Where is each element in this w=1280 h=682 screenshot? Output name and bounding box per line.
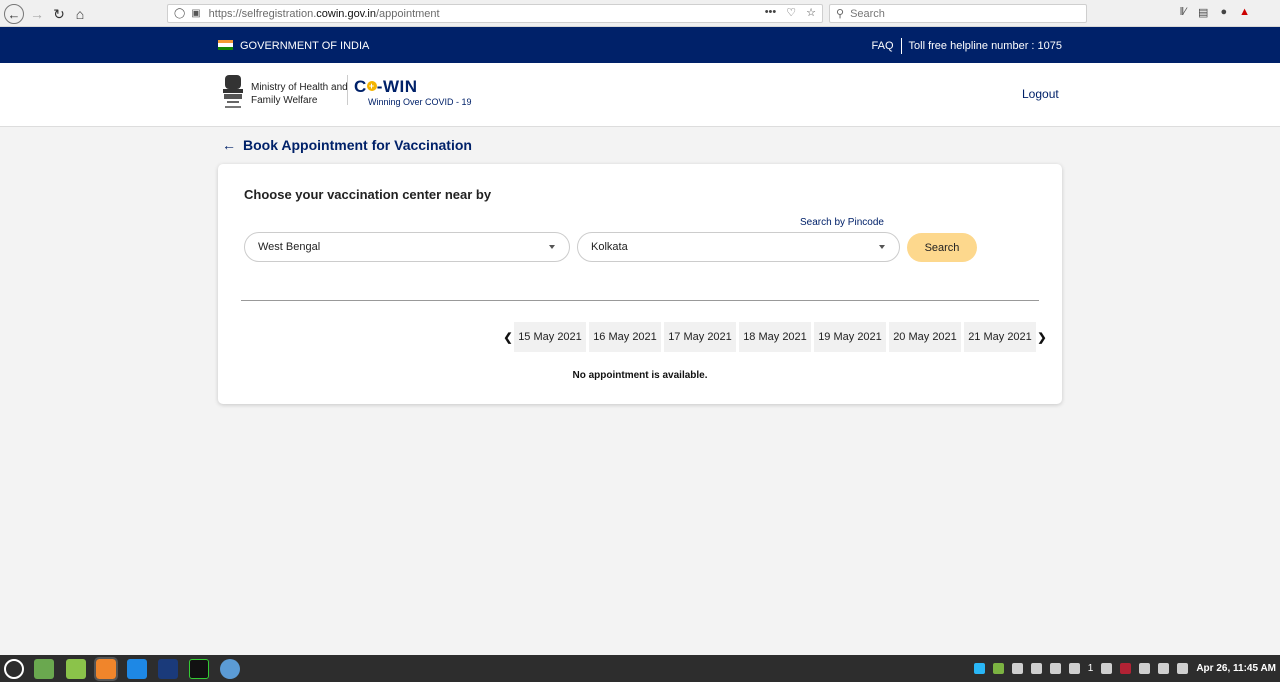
back-button[interactable]: ← bbox=[4, 4, 24, 24]
system-monitor-icon[interactable] bbox=[189, 659, 209, 679]
no-appointment-message: No appointment is available. bbox=[572, 370, 708, 381]
header-divider bbox=[347, 75, 348, 105]
bookmark-star-icon[interactable]: ☆ bbox=[806, 6, 816, 19]
date-tab[interactable]: 16 May 2021 bbox=[589, 322, 661, 352]
india-flag-icon bbox=[218, 40, 233, 50]
url-text: https://selfregistration.cowin.gov.in/ap… bbox=[208, 7, 440, 20]
shield-icon[interactable] bbox=[1030, 663, 1042, 674]
lock-icon: ▣ bbox=[191, 8, 201, 19]
search-icon: ⚲ bbox=[836, 8, 845, 20]
volume-icon[interactable] bbox=[1158, 663, 1170, 674]
tray-icon[interactable] bbox=[1011, 663, 1023, 674]
faq-link[interactable]: FAQ bbox=[872, 40, 894, 52]
desktop-icon[interactable] bbox=[34, 659, 54, 679]
files-icon[interactable] bbox=[66, 659, 86, 679]
location-icon[interactable] bbox=[1049, 663, 1061, 674]
site-header: Ministry of Health and Family Welfare C +… bbox=[0, 63, 1280, 127]
reload-button[interactable]: ↻ bbox=[49, 4, 69, 24]
phone-icon[interactable] bbox=[973, 663, 985, 674]
network-app-icon[interactable] bbox=[220, 659, 240, 679]
national-emblem-icon bbox=[223, 75, 243, 108]
page-title: ← Book Appointment for Vaccination bbox=[222, 137, 472, 153]
cowin-tagline: Winning Over COVID - 19 bbox=[368, 97, 472, 107]
chevron-down-icon bbox=[549, 245, 555, 249]
date-tab[interactable]: 15 May 2021 bbox=[514, 322, 586, 352]
date-tab[interactable]: 17 May 2021 bbox=[664, 322, 736, 352]
ministry-name: Ministry of Health and Family Welfare bbox=[251, 82, 348, 106]
search-by-pincode-link[interactable]: Search by Pincode bbox=[800, 217, 884, 228]
district-select[interactable]: Kolkata bbox=[577, 232, 900, 262]
taskbar: 1 Apr 26, 11:45 AM bbox=[0, 655, 1280, 682]
workspace-count: 1 bbox=[1087, 663, 1094, 674]
url-bar[interactable]: ◯ ▣ https://selfregistration.cowin.gov.i… bbox=[167, 4, 823, 23]
cowin-logo[interactable]: C + -WIN bbox=[354, 77, 418, 97]
divider bbox=[241, 300, 1039, 301]
us-flag-icon[interactable] bbox=[1120, 663, 1132, 674]
date-tab[interactable]: 21 May 2021 bbox=[964, 322, 1036, 352]
extension-icon[interactable]: ● bbox=[1220, 6, 1227, 19]
pocket-icon[interactable]: ♡ bbox=[786, 6, 796, 19]
date-selector: ❮ 15 May 2021 16 May 2021 17 May 2021 18… bbox=[502, 322, 1048, 352]
date-tab[interactable]: 20 May 2021 bbox=[889, 322, 961, 352]
date-tab[interactable]: 18 May 2021 bbox=[739, 322, 811, 352]
forward-button[interactable]: → bbox=[27, 4, 47, 24]
update-icon[interactable] bbox=[992, 663, 1004, 674]
addon-icon[interactable]: ▲ bbox=[1239, 6, 1250, 19]
appointment-card: Choose your vaccination center near by S… bbox=[218, 164, 1062, 404]
printer-icon[interactable] bbox=[1101, 663, 1113, 674]
date-tab[interactable]: 19 May 2021 bbox=[814, 322, 886, 352]
app-icon[interactable] bbox=[127, 659, 147, 679]
government-label: GOVERNMENT OF INDIA bbox=[240, 40, 370, 52]
helpline-text: Toll free helpline number : 1075 bbox=[908, 40, 1062, 52]
home-button[interactable]: ⌂ bbox=[70, 4, 90, 24]
browser-toolbar: ← → ↻ ⌂ ◯ ▣ https://selfregistration.cow… bbox=[0, 0, 1280, 27]
runner-icon[interactable] bbox=[158, 659, 178, 679]
government-bar: GOVERNMENT OF INDIA FAQ Toll free helpli… bbox=[0, 27, 1280, 63]
library-icon[interactable]: ‖⁄ bbox=[1180, 6, 1186, 19]
sidebar-icon[interactable]: ▤ bbox=[1198, 6, 1208, 19]
state-select[interactable]: West Bengal bbox=[244, 232, 570, 262]
shield-icon: ◯ bbox=[174, 8, 186, 19]
divider bbox=[900, 38, 902, 54]
plus-icon: + bbox=[366, 80, 377, 91]
notification-icon[interactable] bbox=[1068, 663, 1080, 674]
chevron-down-icon bbox=[879, 245, 885, 249]
mint-menu-icon[interactable] bbox=[4, 659, 24, 679]
battery-icon[interactable] bbox=[1177, 663, 1189, 674]
search-button[interactable]: Search bbox=[907, 233, 977, 262]
page-actions-icon[interactable]: ••• bbox=[765, 6, 777, 19]
logout-link[interactable]: Logout bbox=[1022, 87, 1059, 101]
browser-search-input[interactable]: ⚲ Search bbox=[829, 4, 1087, 23]
card-heading: Choose your vaccination center near by bbox=[244, 187, 492, 202]
firefox-icon[interactable] bbox=[94, 657, 118, 681]
wifi-icon[interactable] bbox=[1139, 663, 1151, 674]
chevron-left-icon[interactable]: ❮ bbox=[502, 331, 514, 344]
chevron-right-icon[interactable]: ❯ bbox=[1036, 331, 1048, 344]
back-arrow-icon[interactable]: ← bbox=[222, 137, 236, 153]
clock[interactable]: Apr 26, 11:45 AM bbox=[1196, 663, 1276, 674]
